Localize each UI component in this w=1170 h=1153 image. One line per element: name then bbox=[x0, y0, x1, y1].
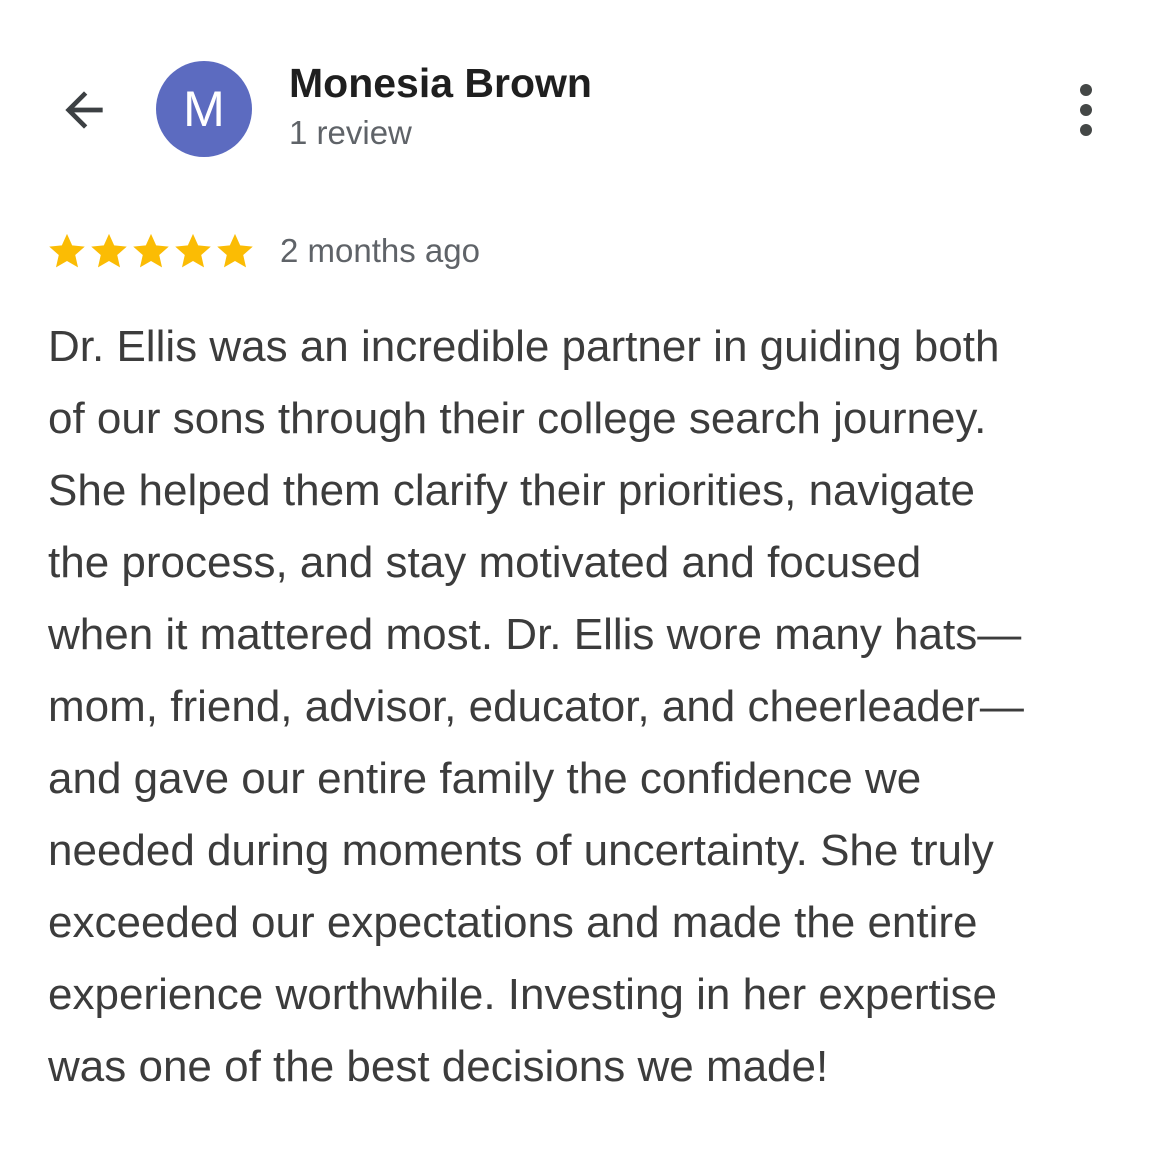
avatar[interactable]: M bbox=[156, 61, 252, 157]
rating-row: 2 months ago bbox=[46, 226, 480, 276]
review-text-line: experience worthwhile. Investing in her … bbox=[48, 970, 997, 1019]
arrow-back-icon bbox=[65, 91, 103, 129]
review-text-line: mom, friend, advisor, educator, and chee… bbox=[48, 682, 1024, 731]
star-icon bbox=[133, 233, 169, 268]
more-options-button[interactable] bbox=[1062, 78, 1110, 142]
star-icon bbox=[217, 233, 253, 268]
more-vert-icon-dot bbox=[1080, 124, 1092, 136]
review-count: 1 review bbox=[289, 114, 412, 151]
reviewer-header: M Monesia Brown 1 review bbox=[0, 0, 1170, 190]
review-text: Dr. Ellis was an incredible partner in g… bbox=[48, 311, 1128, 1103]
avatar-initial: M bbox=[183, 81, 225, 137]
star-icon bbox=[175, 233, 211, 268]
review-text-line: was one of the best decisions we made! bbox=[48, 1042, 829, 1091]
more-vert-icon-dot bbox=[1080, 84, 1092, 96]
review-text-line: She helped them clarify their priorities… bbox=[48, 466, 975, 515]
star-icon bbox=[49, 233, 85, 268]
review-text-line: when it mattered most. Dr. Ellis wore ma… bbox=[48, 610, 1022, 659]
review-text-line: exceeded our expectations and made the e… bbox=[48, 898, 978, 947]
review-text-line: the process, and stay motivated and focu… bbox=[48, 538, 922, 587]
more-vert-icon-dot bbox=[1080, 104, 1092, 116]
review-date: 2 months ago bbox=[280, 232, 480, 269]
back-button[interactable] bbox=[52, 78, 116, 142]
star-icon bbox=[91, 233, 127, 268]
review-text-line: and gave our entire family the confidenc… bbox=[48, 754, 922, 803]
review-text-line: Dr. Ellis was an incredible partner in g… bbox=[48, 322, 1000, 371]
review-text-line: of our sons through their college search… bbox=[48, 394, 987, 443]
review-text-line: needed during moments of uncertainty. Sh… bbox=[48, 826, 994, 875]
star-rating bbox=[46, 230, 256, 272]
reviewer-name[interactable]: Monesia Brown bbox=[289, 60, 592, 107]
